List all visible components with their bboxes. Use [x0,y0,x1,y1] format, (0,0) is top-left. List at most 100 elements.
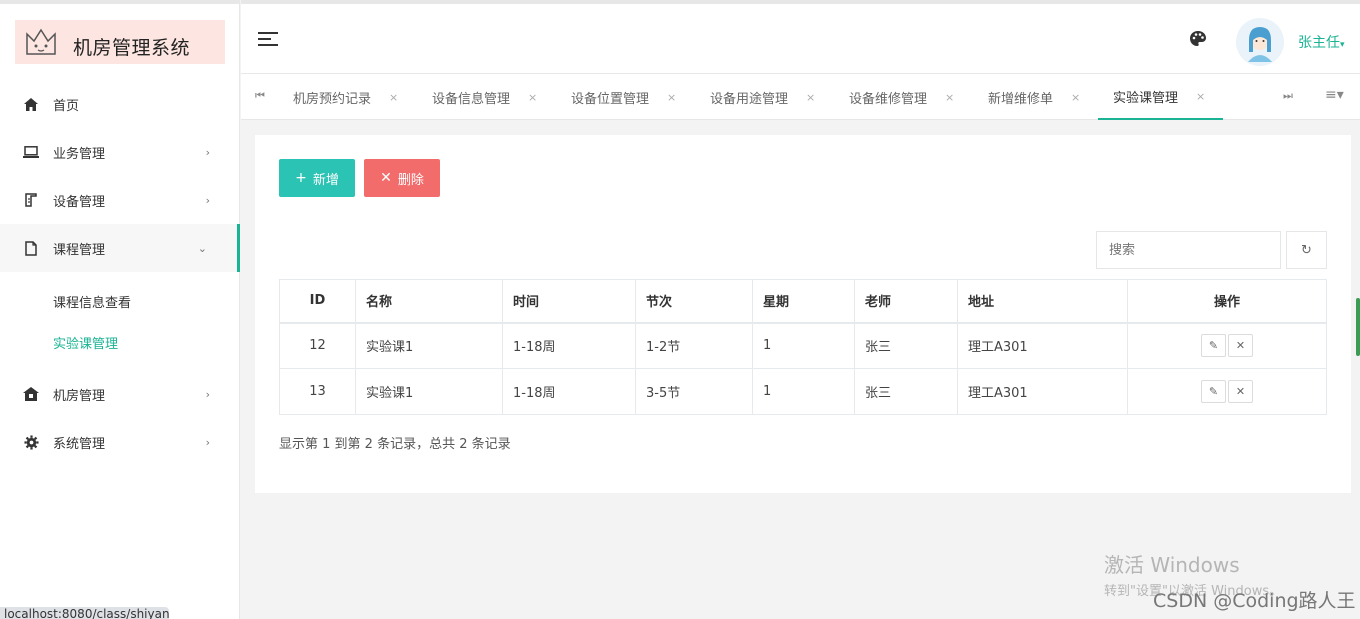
row-delete-button[interactable]: ✕ [1228,334,1253,358]
cell-id: 12 [279,322,356,369]
cell-actions: ✎ ✕ [1127,368,1327,415]
delete-button[interactable]: ✕ 删除 [364,159,440,197]
pagination-summary: 显示第 1 到第 2 条记录，总共 2 条记录 [279,437,511,452]
cell-period: 3-5节 [635,368,753,415]
column-header-time[interactable]: 时间 [502,279,636,324]
tab-room-booking[interactable]: 机房预约记录 × [293,74,398,120]
cell-weekday: 1 [752,322,855,369]
sidebar-item-course[interactable]: 课程管理 ⌄ [0,224,240,272]
refresh-button[interactable]: ↻ [1286,231,1327,269]
app-logo[interactable]: 机房管理系统 [15,20,225,64]
sidebar-item-label: 课程管理 [53,242,106,258]
close-icon: ✕ [1235,385,1246,398]
pencil-icon: ✎ [1208,339,1219,353]
cell-time: 1-18周 [502,368,636,415]
tab-device-location[interactable]: 设备位置管理 × [571,74,676,120]
edit-button[interactable]: ✎ [1201,334,1226,358]
tab-scroll-left-icon[interactable]: ⏮ [255,89,265,103]
top-header: 张主任▾ [241,0,1360,74]
tab-device-repair[interactable]: 设备维修管理 × [849,74,954,120]
plus-icon: + [295,170,307,186]
sidebar-item-business[interactable]: 业务管理 › [0,128,240,176]
crown-logo-icon [26,28,56,55]
search-input[interactable] [1096,231,1281,269]
close-icon[interactable]: × [1196,90,1205,103]
cell-period: 1-2节 [635,322,753,369]
close-icon: ✕ [1235,339,1246,353]
building-icon [22,386,40,402]
chevron-right-icon: › [205,387,210,401]
tab-device-usage[interactable]: 设备用途管理 × [710,74,815,120]
palette-icon[interactable] [1189,30,1207,52]
gear-icon [22,434,40,450]
chevron-down-icon: ⌄ [197,241,207,255]
menu-toggle-icon[interactable] [258,32,278,46]
add-button[interactable]: + 新增 [279,159,355,197]
edit-button[interactable]: ✎ [1201,380,1226,403]
tab-options-icon[interactable]: ≡▾ [1325,87,1344,103]
close-icon[interactable]: × [806,91,815,104]
cell-teacher: 张三 [854,322,958,369]
tab-new-repair[interactable]: 新增维修单 × [988,74,1080,120]
sidebar-item-label: 系统管理 [53,436,106,452]
chevron-right-icon: › [205,193,210,207]
column-header-teacher[interactable]: 老师 [854,279,958,324]
cell-address: 理工A301 [957,322,1128,369]
sidebar-item-device[interactable]: 设备管理 › [0,176,240,224]
cell-id: 13 [279,368,356,415]
content-panel: +新增 ✕删除 ↻ ID 名称 时间 节次 星期 老师 地址 操作 12 实验课… [255,135,1351,493]
user-menu[interactable]: 张主任▾ [1298,32,1345,52]
file-icon [22,240,40,256]
tab-scroll-right-icon[interactable]: ⏭ [1283,89,1293,103]
csdn-watermark: CSDN @Coding路人王 [1153,590,1356,612]
row-delete-button[interactable]: ✕ [1228,380,1253,403]
table-row: 12 实验课1 1-18周 1-2节 1 张三 理工A301 ✎ ✕ [279,322,1327,369]
sidebar-item-room[interactable]: 机房管理 › [0,370,240,418]
table-row: 13 实验课1 1-18周 3-5节 1 张三 理工A301 ✎ ✕ [279,368,1327,415]
sidebar-item-label: 业务管理 [53,146,106,162]
cell-address: 理工A301 [957,368,1128,415]
close-icon[interactable]: × [528,91,537,104]
user-avatar[interactable] [1236,18,1284,66]
tab-bar: ⏮ 机房预约记录 × 设备信息管理 × 设备位置管理 × 设备用途管理 × 设备维修管理… [241,74,1360,120]
column-header-period[interactable]: 节次 [635,279,753,324]
home-icon [22,96,40,112]
column-header-name[interactable]: 名称 [355,279,503,324]
column-header-weekday[interactable]: 星期 [752,279,855,324]
tab-device-info[interactable]: 设备信息管理 × [432,74,537,120]
scroll-handle[interactable] [1356,298,1360,356]
device-icon [22,192,40,208]
pencil-icon: ✎ [1208,385,1219,398]
close-icon[interactable]: × [945,91,954,104]
chevron-right-icon: › [205,145,210,159]
lab-course-table: ID 名称 时间 节次 星期 老师 地址 操作 12 实验课1 1-18周 1-… [279,279,1327,415]
activation-title: 激活 Windows [1104,553,1240,577]
close-icon[interactable]: × [389,91,398,104]
column-header-id[interactable]: ID [279,279,356,324]
cell-actions: ✎ ✕ [1127,322,1327,369]
tab-lab-course[interactable]: 实验课管理 × [1098,74,1223,120]
cell-teacher: 张三 [854,368,958,415]
close-icon[interactable]: × [667,91,676,104]
close-icon[interactable]: × [1071,91,1080,104]
sidebar-item-label: 首页 [53,98,80,114]
cell-time: 1-18周 [502,322,636,369]
cell-weekday: 1 [752,368,855,415]
cell-name: 实验课1 [355,368,503,415]
table-header-row: ID 名称 时间 节次 星期 老师 地址 操作 [279,279,1327,324]
app-title: 机房管理系统 [73,36,191,59]
sidebar-item-system[interactable]: 系统管理 › [0,418,240,466]
close-icon: ✕ [380,170,392,186]
sidebar: 机房管理系统 首页 业务管理 › 设备管理 › 课程管理 ⌄ 课程信息查看 实验… [0,0,240,619]
chevron-right-icon: › [205,435,210,449]
column-header-address[interactable]: 地址 [957,279,1128,324]
sidebar-item-label: 机房管理 [53,388,106,404]
laptop-icon [22,144,40,160]
column-header-actions: 操作 [1127,279,1327,324]
cell-name: 实验课1 [355,322,503,369]
refresh-icon: ↻ [1301,242,1312,258]
sidebar-item-label: 设备管理 [53,194,106,210]
sidebar-subitem-course-info[interactable]: 课程信息查看 [53,292,131,311]
sidebar-item-home[interactable]: 首页 [0,80,240,128]
sidebar-subitem-lab-course[interactable]: 实验课管理 [53,333,118,352]
